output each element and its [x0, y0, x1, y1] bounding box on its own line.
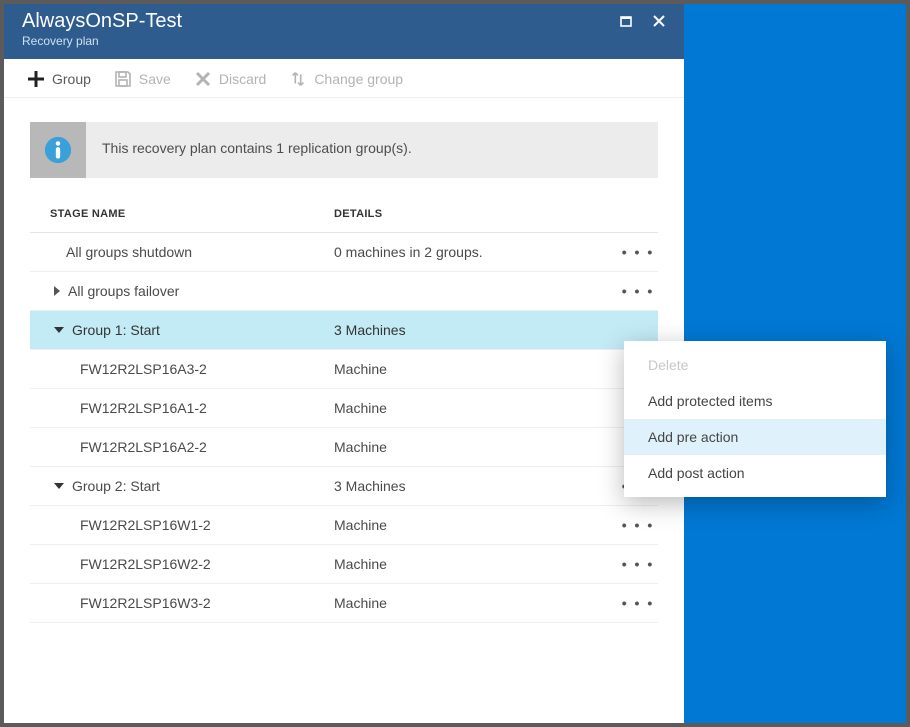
stage-label: All groups failover: [68, 283, 179, 299]
save-button[interactable]: Save: [113, 69, 171, 89]
table-row[interactable]: FW12R2LSP16A2-2 Machine: [30, 428, 658, 467]
content-area: This recovery plan contains 1 replicatio…: [4, 98, 684, 723]
change-group-button[interactable]: Change group: [288, 69, 403, 89]
machine-details: Machine: [334, 361, 618, 377]
page-title: AlwaysOnSP-Test: [22, 10, 182, 32]
row-menu-icon[interactable]: • • •: [618, 556, 658, 572]
blade-header: AlwaysOnSP-Test Recovery plan: [4, 4, 684, 59]
toolbar-label: Discard: [219, 71, 266, 87]
ctx-add-post-action[interactable]: Add post action: [624, 455, 886, 491]
info-banner: This recovery plan contains 1 replicatio…: [30, 122, 658, 178]
machine-details: Machine: [334, 400, 618, 416]
stage-details: 3 Machines: [334, 478, 618, 494]
stage-name: Group 1: Start: [30, 322, 334, 338]
stage-name: All groups shutdown: [30, 244, 334, 260]
ctx-add-protected-items[interactable]: Add protected items: [624, 383, 886, 419]
table-row-selected[interactable]: Group 1: Start 3 Machines: [30, 311, 658, 350]
table-row[interactable]: FW12R2LSP16W2-2 Machine • • •: [30, 545, 658, 584]
info-text: This recovery plan contains 1 replicatio…: [86, 122, 428, 178]
plus-icon: [26, 69, 46, 89]
swap-icon: [288, 69, 308, 89]
machine-name: FW12R2LSP16A1-2: [30, 400, 334, 416]
chevron-right-icon: [54, 286, 60, 296]
toolbar-label: Save: [139, 71, 171, 87]
table-row[interactable]: FW12R2LSP16A1-2 Machine: [30, 389, 658, 428]
discard-icon: [193, 69, 213, 89]
table-row[interactable]: Group 2: Start 3 Machines • • •: [30, 467, 658, 506]
header-titles: AlwaysOnSP-Test Recovery plan: [22, 10, 182, 48]
col-stage-name: STAGE NAME: [50, 208, 334, 220]
row-menu-icon[interactable]: • • •: [618, 283, 658, 299]
header-controls: [618, 10, 668, 30]
table-row[interactable]: FW12R2LSP16W1-2 Machine • • •: [30, 506, 658, 545]
page-subtitle: Recovery plan: [22, 34, 182, 48]
machine-name: FW12R2LSP16W1-2: [30, 517, 334, 533]
chevron-down-icon: [54, 483, 64, 489]
save-icon: [113, 69, 133, 89]
stage-details: 0 machines in 2 groups.: [334, 244, 618, 260]
col-details: DETAILS: [334, 208, 618, 220]
context-menu: Delete Add protected items Add pre actio…: [624, 341, 886, 497]
table-row[interactable]: FW12R2LSP16A3-2 Machine: [30, 350, 658, 389]
stage-details: 3 Machines: [334, 322, 618, 338]
toolbar-label: Change group: [314, 71, 403, 87]
machine-name: FW12R2LSP16A3-2: [30, 361, 334, 377]
machine-name: FW12R2LSP16A2-2: [30, 439, 334, 455]
add-group-button[interactable]: Group: [26, 69, 91, 89]
main-panel: AlwaysOnSP-Test Recovery plan Group: [4, 4, 684, 723]
machine-details: Machine: [334, 595, 618, 611]
table-row[interactable]: All groups shutdown 0 machines in 2 grou…: [30, 233, 658, 272]
restore-window-icon[interactable]: [618, 12, 636, 30]
machine-details: Machine: [334, 556, 618, 572]
table-header: STAGE NAME DETAILS: [30, 208, 658, 233]
machine-details: Machine: [334, 517, 618, 533]
row-menu-icon[interactable]: • • •: [618, 517, 658, 533]
table-row[interactable]: All groups failover • • •: [30, 272, 658, 311]
stages-table: STAGE NAME DETAILS All groups shutdown 0…: [30, 208, 658, 623]
stage-name: All groups failover: [30, 283, 334, 299]
row-menu-icon[interactable]: • • •: [618, 595, 658, 611]
stage-name: Group 2: Start: [30, 478, 334, 494]
stage-label: Group 2: Start: [72, 478, 160, 494]
toolbar: Group Save Discard Change group: [4, 59, 684, 98]
toolbar-label: Group: [52, 71, 91, 87]
stage-label: Group 1: Start: [72, 322, 160, 338]
chevron-down-icon: [54, 327, 64, 333]
row-menu-icon[interactable]: • • •: [618, 244, 658, 260]
machine-name: FW12R2LSP16W3-2: [30, 595, 334, 611]
ctx-delete: Delete: [624, 347, 886, 383]
close-icon[interactable]: [650, 12, 668, 30]
info-icon: [30, 122, 86, 178]
machine-details: Machine: [334, 439, 618, 455]
machine-name: FW12R2LSP16W2-2: [30, 556, 334, 572]
discard-button[interactable]: Discard: [193, 69, 266, 89]
ctx-add-pre-action[interactable]: Add pre action: [624, 419, 886, 455]
col-actions: [618, 208, 658, 220]
app-root: AlwaysOnSP-Test Recovery plan Group: [4, 4, 906, 723]
table-row[interactable]: FW12R2LSP16W3-2 Machine • • •: [30, 584, 658, 623]
